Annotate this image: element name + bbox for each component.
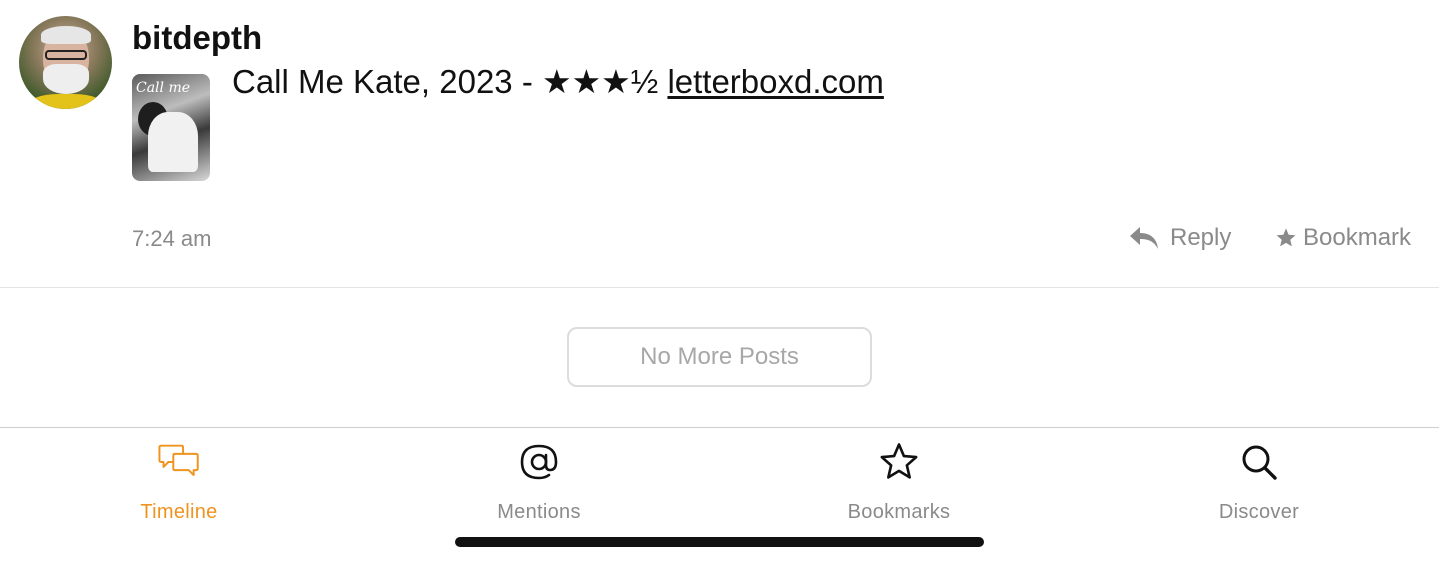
magnifier-icon	[1237, 440, 1281, 484]
star-icon	[1276, 228, 1296, 247]
bookmark-label: Bookmark	[1303, 224, 1412, 251]
tab-bar: Timeline Mentions Bookmarks Discover	[0, 427, 1439, 562]
star-outline-icon	[877, 440, 921, 484]
post-link[interactable]: letterboxd.com	[667, 63, 883, 100]
bookmark-button[interactable]: Bookmark	[1275, 222, 1411, 254]
tab-label: Mentions	[497, 501, 581, 523]
post-text-body: Call Me Kate, 2023 - ★★★½	[232, 63, 668, 100]
no-more-posts-button[interactable]: No More Posts	[567, 327, 872, 387]
tab-label: Bookmarks	[847, 501, 951, 523]
app-window: bitdepth Call me Call Me Kate, 2023 - ★★…	[0, 0, 1439, 562]
tab-label: Timeline	[140, 501, 218, 523]
reply-label: Reply	[1170, 224, 1232, 251]
at-sign-icon	[517, 440, 561, 484]
post-text: Call Me Kate, 2023 - ★★★½ letterboxd.com	[232, 62, 884, 102]
post-timestamp[interactable]: 7:24 am	[132, 226, 212, 252]
avatar[interactable]	[19, 16, 112, 109]
speech-bubbles-icon	[157, 440, 201, 484]
timeline-post[interactable]: bitdepth Call me Call Me Kate, 2023 - ★★…	[0, 0, 1439, 288]
tab-label: Discover	[1218, 501, 1300, 523]
reply-button[interactable]: Reply	[1128, 222, 1231, 254]
tab-discover[interactable]: Discover	[1159, 440, 1359, 530]
post-username[interactable]: bitdepth	[132, 19, 262, 57]
post-thumbnail[interactable]: Call me	[132, 74, 210, 181]
tab-mentions[interactable]: Mentions	[439, 440, 639, 530]
home-indicator[interactable]	[455, 537, 984, 547]
tab-bookmarks[interactable]: Bookmarks	[799, 440, 999, 530]
post-divider	[0, 287, 1439, 288]
thumbnail-caption: Call me	[136, 80, 191, 96]
tab-timeline[interactable]: Timeline	[79, 440, 279, 530]
reply-arrow-icon	[1130, 227, 1158, 249]
